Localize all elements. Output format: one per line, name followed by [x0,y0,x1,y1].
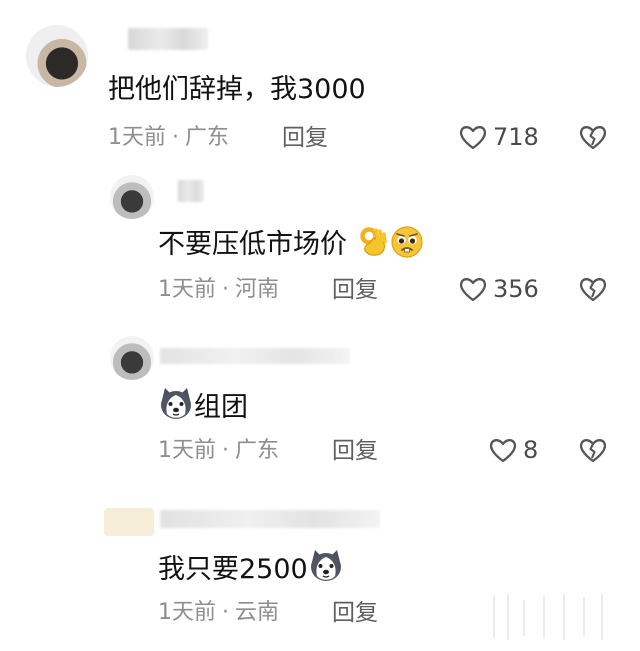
faint-watermark [493,594,603,640]
broken-heart-icon [579,126,607,150]
comment-meta: 1天前 · 广东 [108,124,229,152]
reply-button[interactable]: 回复 [332,599,378,627]
reply-button[interactable]: 回复 [332,276,378,304]
dislike-button[interactable] [578,275,608,307]
like-count: 718 [493,123,539,151]
like-button[interactable]: 8 [488,436,538,464]
meta-separator: · [222,600,229,625]
comment-location: 云南 [235,600,280,625]
dislike-button[interactable] [578,123,608,155]
comment-meta: 1天前 · 河南 [158,276,279,304]
reply-button[interactable]: 回复 [282,124,328,152]
heart-outline-icon [489,439,517,463]
username-redacted[interactable] [178,180,204,202]
ok-hand-emoji [359,227,387,256]
username-redacted[interactable] [128,28,208,50]
comment-time: 1天前 [158,600,216,625]
broken-heart-icon [579,439,607,463]
like-button[interactable]: 718 [458,123,539,151]
dislike-button[interactable] [578,436,608,468]
username-redacted[interactable] [160,348,350,364]
comment-location: 河南 [235,277,280,302]
meta-separator: · [222,438,229,463]
comment-text: 我只要2500 [158,548,344,586]
avatar[interactable] [110,336,154,380]
comment-text: 组团 [158,386,248,424]
comment-time: 1天前 [108,125,166,150]
heart-outline-icon [459,126,487,150]
like-count: 356 [493,275,539,303]
comment-meta: 1天前 · 云南 [158,599,279,627]
comment-text: 不要压低市场价 [158,225,424,261]
comment-text-content: 不要压低市场价 [158,229,347,260]
meta-separator: · [172,125,179,150]
heart-outline-icon [459,278,487,302]
username-redacted[interactable] [160,510,380,528]
reply-button[interactable]: 回复 [332,437,378,465]
comment-text-content: 我只要2500 [158,554,308,585]
broken-heart-icon [579,278,607,302]
comment-location: 广东 [185,125,230,150]
comment-text: 把他们辞掉，我3000 [108,74,366,105]
husky-dog-emoji [310,550,341,581]
pleading-face-emoji [390,226,423,258]
avatar[interactable] [104,508,154,536]
avatar[interactable] [26,25,88,87]
meta-separator: · [222,277,229,302]
comment-meta: 1天前 · 广东 [158,437,279,465]
husky-dog-emoji [161,388,191,419]
comment-time: 1天前 [158,277,216,302]
comment-location: 广东 [235,438,280,463]
avatar[interactable] [110,175,154,219]
like-count: 8 [523,436,539,464]
like-button[interactable]: 356 [458,275,539,303]
comment-text-content: 组团 [194,392,248,423]
comment-time: 1天前 [158,438,216,463]
